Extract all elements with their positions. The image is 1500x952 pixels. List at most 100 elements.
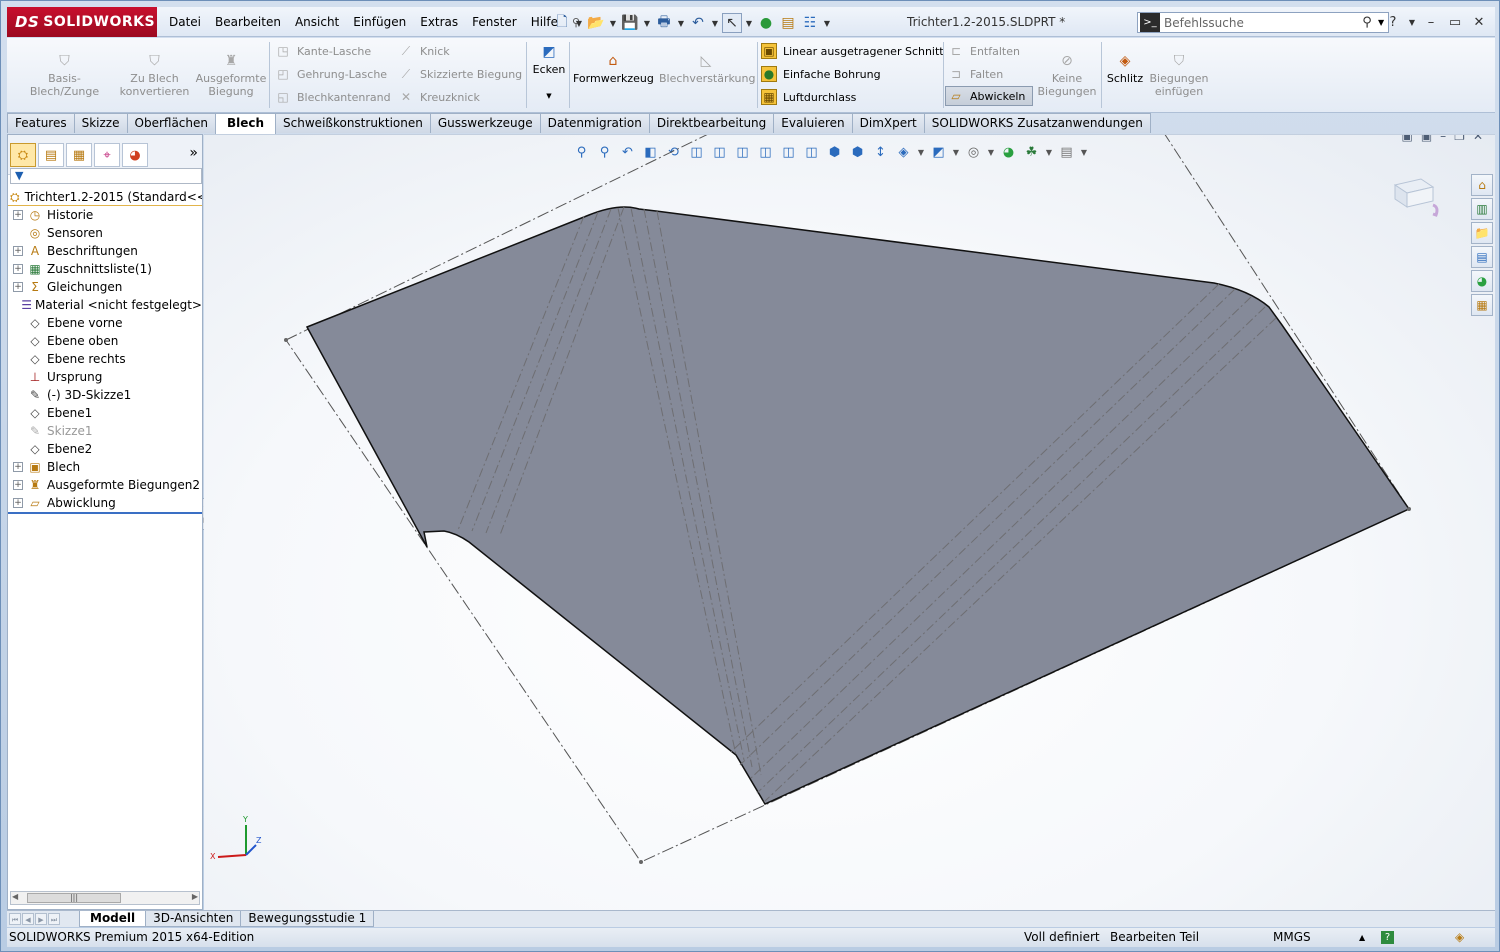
print-dropdown-icon[interactable]: ▼ (676, 19, 686, 28)
jog-button[interactable]: ⟋ Knick (398, 41, 450, 61)
vent-button[interactable]: ▦ Luftdurchlass (761, 87, 856, 107)
configuration-manager-tab-icon[interactable]: ▦ (66, 143, 92, 167)
open-icon[interactable]: 📂 (586, 13, 606, 33)
feature-tree-tab-icon[interactable]: ⛭ (10, 143, 36, 167)
no-bends-button[interactable]: ⊘ Keine Biegungen (1035, 52, 1099, 98)
scroll-left-icon[interactable]: ◀ (12, 892, 18, 901)
dimxpert-manager-tab-icon[interactable]: ⌖ (94, 143, 120, 167)
expand-icon[interactable]: + (13, 264, 23, 274)
tree-item-skizze1[interactable]: ✎ Skizze1 (8, 422, 202, 440)
tab-addins[interactable]: SOLIDWORKS Zusatzanwendungen (923, 113, 1151, 133)
tree-filter-input[interactable]: ▼ (10, 168, 202, 184)
tree-item-blech[interactable]: + ▣ Blech (8, 458, 202, 476)
corners-button[interactable]: ◩ Ecken ▼ (531, 43, 567, 103)
rebuild-icon[interactable]: ● (756, 13, 776, 33)
new-icon[interactable]: 🗋 (552, 13, 572, 33)
tree-item-ebene-rechts[interactable]: ◇ Ebene rechts (8, 350, 202, 368)
tree-item-historie[interactable]: + ◷ Historie (8, 206, 202, 224)
tab-data-migration[interactable]: Datenmigration (539, 113, 650, 133)
expand-icon[interactable]: + (13, 480, 23, 490)
open-dropdown-icon[interactable]: ▼ (608, 19, 618, 28)
hem-button[interactable]: ◱ Blechkantenrand (275, 87, 390, 107)
simple-hole-button[interactable]: ● Einfache Bohrung (761, 64, 881, 84)
search-input[interactable]: Befehlssuche (1164, 16, 1356, 30)
select-icon[interactable]: ↖ (722, 13, 742, 33)
print-icon[interactable]: 🖶 (654, 13, 674, 33)
cross-break-button[interactable]: ✕ Kreuzknick (398, 87, 480, 107)
expand-icon[interactable]: + (13, 498, 23, 508)
options-icon[interactable]: ☷ (800, 13, 820, 33)
forming-tool-button[interactable]: ⌂ Formwerkzeug (573, 52, 654, 85)
miter-flange-button[interactable]: ◰ Gehrung-Lasche (275, 64, 387, 84)
prev-tab-icon[interactable]: ◀ (22, 913, 34, 925)
scroll-thumb[interactable]: ||| (27, 893, 121, 903)
tab-model[interactable]: Modell (79, 911, 147, 927)
menu-file[interactable]: Datei (162, 15, 208, 29)
flattened-sheet-metal-part[interactable] (305, 206, 1411, 805)
minimize-icon[interactable]: – (1421, 12, 1441, 32)
tab-mold-tools[interactable]: Gusswerkzeuge (429, 113, 541, 133)
tab-motion-study[interactable]: Bewegungsstudie 1 (240, 911, 375, 927)
search-icon[interactable]: ⚲ (1356, 15, 1378, 30)
tree-item-ebene-oben[interactable]: ◇ Ebene oben (8, 332, 202, 350)
expand-icon[interactable]: + (13, 462, 23, 472)
fold-button[interactable]: ⊐ Falten (948, 64, 1003, 84)
custom-properties-icon[interactable]: ▦ (1471, 294, 1493, 316)
view-selector-cube-icon[interactable] (1393, 175, 1443, 219)
command-search[interactable]: >_ Befehlssuche ⚲ ▼ (1137, 12, 1389, 33)
unit-system[interactable]: MMGS (1273, 930, 1311, 944)
tree-item-abwicklung[interactable]: + ▱ Abwicklung (8, 494, 202, 512)
undo-dropdown-icon[interactable]: ▼ (710, 19, 720, 28)
tab-sheet-metal[interactable]: Blech (214, 113, 277, 134)
tree-root-part[interactable]: ⛭ Trichter1.2-2015 (Standard<<Sta (8, 189, 202, 206)
display-manager-tab-icon[interactable]: ◕ (122, 143, 148, 167)
expand-icon[interactable]: + (13, 246, 23, 256)
help-dropdown-icon[interactable]: ▼ (1407, 12, 1417, 32)
appearances-scenes-icon[interactable]: ◕ (1471, 270, 1493, 292)
gusset-button[interactable]: ◺ Blechverstärkung (659, 52, 755, 85)
view-palette-icon[interactable]: ▤ (1471, 246, 1493, 268)
tree-item-ebene-vorne[interactable]: ◇ Ebene vorne (8, 314, 202, 332)
close-icon[interactable]: ✕ (1469, 12, 1489, 32)
restore-icon[interactable]: ▭ (1445, 12, 1465, 32)
tree-item-gleichungen[interactable]: + Σ Gleichungen (8, 278, 202, 296)
rip-button[interactable]: ◈ Schlitz (1105, 52, 1145, 85)
insert-bends-button[interactable]: ⛉ Biegungen einfügen (1147, 52, 1211, 98)
edge-flange-button[interactable]: ◳ Kante-Lasche (275, 41, 371, 61)
solidworks-resources-icon[interactable]: ⌂ (1471, 174, 1493, 196)
expand-icon[interactable]: + (13, 210, 23, 220)
tag-icon[interactable]: ◈ (1455, 930, 1464, 944)
save-icon[interactable]: 💾 (620, 13, 640, 33)
sketched-bend-button[interactable]: ⟋ Skizzierte Biegung (398, 64, 522, 84)
last-tab-icon[interactable]: ⏭ (48, 913, 60, 925)
unfold-button[interactable]: ⊏ Entfalten (948, 41, 1020, 61)
tab-direct-editing[interactable]: Direktbearbeitung (648, 113, 775, 133)
tree-item-ursprung[interactable]: ⊥ Ursprung (8, 368, 202, 386)
tab-dimxpert[interactable]: DimXpert (851, 113, 925, 133)
tree-item-material-nicht-festgelegt[interactable]: ☰ Material <nicht festgelegt> (8, 296, 202, 314)
expand-icon[interactable]: + (13, 282, 23, 292)
flatten-button[interactable]: ▱ Abwickeln (945, 86, 1033, 106)
tree-horizontal-scrollbar[interactable]: ◀ ||| ▶ (10, 891, 200, 905)
next-tab-icon[interactable]: ▶ (35, 913, 47, 925)
menu-window[interactable]: Fenster (465, 15, 524, 29)
graphics-area[interactable]: ⚲ ⚲ ↶ ◧ ⟲ ◫ ◫ ◫ ◫ ◫ ◫ ⬢ ⬢ ↕ ◈ ▼ ◩ ▼ ◎ ▼ ◕ ☘… (204, 134, 1495, 910)
tab-sketch[interactable]: Skizze (73, 113, 128, 133)
tree-item-3d-skizze1[interactable]: ✎ (-) 3D-Skizze1 (8, 386, 202, 404)
first-tab-icon[interactable]: ⏮ (9, 913, 21, 925)
menu-insert[interactable]: Einfügen (346, 15, 413, 29)
tab-3d-views[interactable]: 3D-Ansichten (145, 911, 242, 927)
tree-item-ebene2[interactable]: ◇ Ebene2 (8, 440, 202, 458)
file-properties-icon[interactable]: ▤ (778, 13, 798, 33)
save-dropdown-icon[interactable]: ▼ (642, 19, 652, 28)
expand-tabs-icon[interactable]: » (189, 145, 198, 161)
menu-view[interactable]: Ansicht (288, 15, 346, 29)
menu-tools[interactable]: Extras (413, 15, 465, 29)
tree-item-sensoren[interactable]: ◎ Sensoren (8, 224, 202, 242)
tree-item-ausgeformte-biegungen2[interactable]: + ♜ Ausgeformte Biegungen2 (8, 476, 202, 494)
tab-weldments[interactable]: Schweißkonstruktionen (275, 113, 431, 133)
new-dropdown-icon[interactable]: ▼ (574, 19, 584, 28)
convert-to-sheet-metal-button[interactable]: ⛉ Zu Blech konvertieren (117, 52, 192, 98)
file-explorer-icon[interactable]: 📁 (1471, 222, 1493, 244)
tree-item-ebene1[interactable]: ◇ Ebene1 (8, 404, 202, 422)
